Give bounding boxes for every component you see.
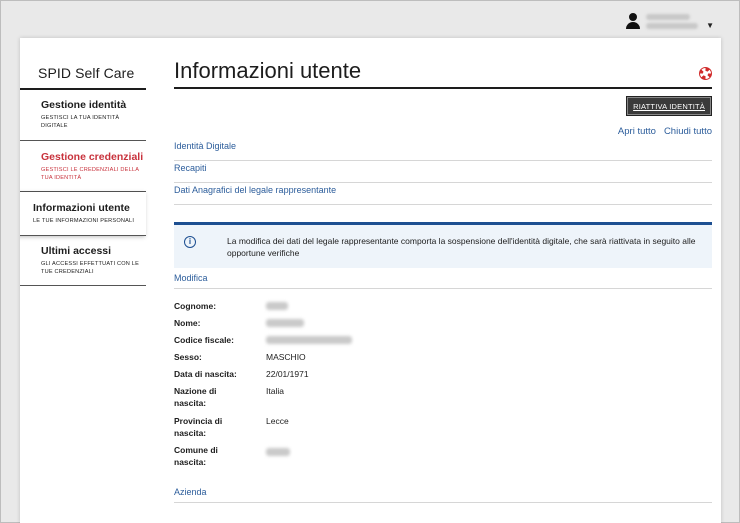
expand-all-link[interactable]: Apri tutto <box>618 126 656 137</box>
user-icon <box>626 13 641 29</box>
field-value: Italia <box>266 386 284 396</box>
info-notice: i La modifica dei dati del legale rappre… <box>174 222 712 268</box>
sidebar-item-title: Gestione credenziali <box>41 151 144 163</box>
main-panel: SPID Self Care Gestione identità GESTISC… <box>20 38 721 523</box>
section-identita-digitale[interactable]: Identità Digitale <box>174 139 712 161</box>
page-title: Informazioni utente <box>174 58 362 83</box>
company-divider <box>174 502 712 503</box>
section-recapiti[interactable]: Recapiti <box>174 161 712 183</box>
reactivate-identity-button[interactable]: RIATTIVA IDENTITÀ <box>626 96 712 116</box>
notice-text: La modifica dei dati del legale rapprese… <box>227 236 696 258</box>
field-value-redacted <box>266 334 352 347</box>
edit-link[interactable]: Modifica <box>174 273 208 283</box>
brand-title: SPID Self Care <box>38 65 135 81</box>
sidebar-item-gestione-identita[interactable]: Gestione identità GESTISCI LA TUA IDENTI… <box>20 90 146 141</box>
user-menu[interactable]: ▼ <box>626 10 714 32</box>
field-value: Lecce <box>266 416 289 426</box>
edit-divider <box>174 288 712 289</box>
field-value-redacted <box>266 317 304 330</box>
collapse-all-link[interactable]: Chiudi tutto <box>664 126 712 137</box>
sidebar-item-subtitle: GESTISCI LE CREDENZIALI DELLA TUA IDENTI… <box>41 167 139 181</box>
sidebar-item-subtitle: GLI ACCESSI EFFETTUATI CON LE TUE CREDEN… <box>41 261 140 275</box>
field-label: Provincia di nascita: <box>174 416 223 438</box>
expand-collapse-links: Apri tutto Chiudi tutto <box>618 126 712 137</box>
field-label: Sesso: <box>174 352 202 362</box>
info-icon: i <box>184 236 196 248</box>
field-label: Cognome: <box>174 301 217 311</box>
field-label: Data di nascita: <box>174 369 237 379</box>
sidebar-item-ultimi-accessi[interactable]: Ultimi accessi GLI ACCESSI EFFETTUATI CO… <box>20 236 146 286</box>
field-value: MASCHIO <box>266 352 306 362</box>
field-label: Nazione di nascita: <box>174 386 217 408</box>
sidebar-item-gestione-credenziali[interactable]: Gestione credenziali GESTISCI LE CREDENZ… <box>20 141 146 192</box>
company-link[interactable]: Azienda <box>174 487 207 497</box>
sidebar-item-title: Gestione identità <box>41 99 127 111</box>
sidebar-item-title: Informazioni utente <box>33 202 130 214</box>
sidebar-item-title: Ultimi accessi <box>41 245 112 257</box>
sidebar-item-subtitle: GESTISCI LA TUA IDENTITÀ DIGITALE <box>41 115 120 129</box>
title-divider <box>174 87 712 89</box>
sidebar-item-subtitle: LE TUE INFORMAZIONI PERSONALI <box>33 218 135 224</box>
field-label: Comune di nascita: <box>174 445 218 467</box>
field-value-redacted <box>266 444 290 459</box>
content-area: Informazioni utente RIATTIVA IDENTITÀ Ap… <box>174 38 712 523</box>
section-dati-anagrafici[interactable]: Dati Anagrafici del legale rappresentant… <box>174 183 712 205</box>
field-label: Nome: <box>174 318 201 328</box>
caret-down-icon: ▼ <box>706 20 714 30</box>
sidebar: SPID Self Care Gestione identità GESTISC… <box>20 38 146 523</box>
field-value: 22/01/1971 <box>266 369 309 379</box>
sidebar-item-informazioni-utente[interactable]: Informazioni utente LE TUE INFORMAZIONI … <box>20 192 146 236</box>
help-lifebuoy-icon[interactable] <box>699 67 712 80</box>
user-name-redacted <box>646 13 699 29</box>
field-label: Codice fiscale: <box>174 335 234 345</box>
field-value-redacted <box>266 300 288 313</box>
